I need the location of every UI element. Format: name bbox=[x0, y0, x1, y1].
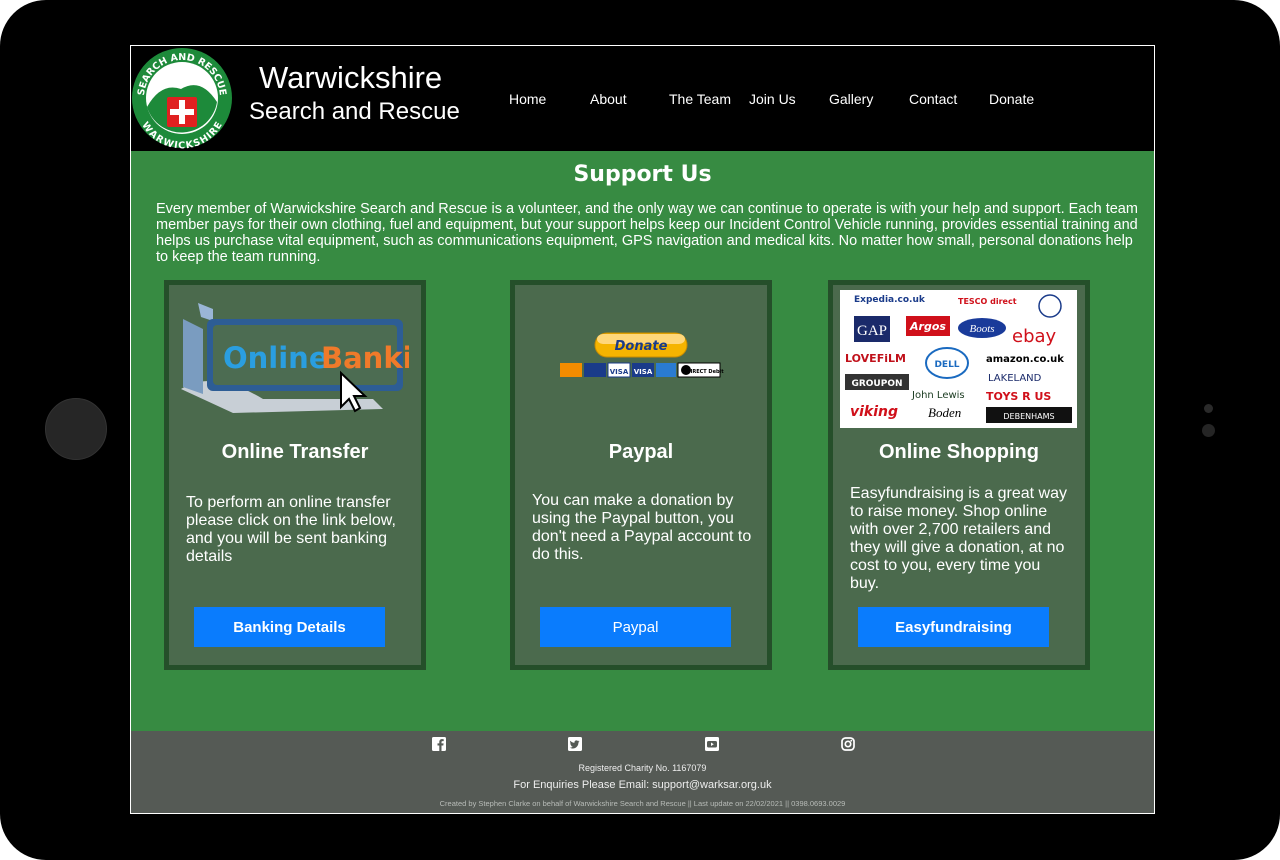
svg-text:GAP: GAP bbox=[857, 323, 887, 339]
banking-details-button[interactable]: Banking Details bbox=[194, 607, 385, 647]
sensor-icon bbox=[1202, 424, 1215, 437]
svg-text:viking: viking bbox=[850, 404, 898, 420]
camera-icon bbox=[1204, 404, 1213, 413]
svg-text:LOVEFiLM: LOVEFiLM bbox=[845, 352, 906, 365]
svg-text:LAKELAND: LAKELAND bbox=[988, 373, 1042, 384]
nav-contact[interactable]: Contact bbox=[909, 91, 957, 107]
nav-about[interactable]: About bbox=[590, 91, 627, 107]
easyfundraising-button[interactable]: Easyfundraising bbox=[858, 607, 1049, 647]
svg-text:Argos: Argos bbox=[909, 320, 946, 333]
nav-the-team[interactable]: The Team bbox=[669, 91, 731, 107]
svg-text:DELL: DELL bbox=[934, 360, 959, 370]
contact-email[interactable]: For Enquiries Please Email: support@wark… bbox=[131, 779, 1154, 791]
svg-text:Expedia.co.uk: Expedia.co.uk bbox=[854, 295, 926, 305]
paypal-button[interactable]: Paypal bbox=[540, 607, 731, 647]
screen: SEARCH AND RESCUE WARWICKSHIRE Warwicksh… bbox=[130, 45, 1155, 814]
svg-text:ebay: ebay bbox=[1012, 326, 1057, 347]
charity-number: Registered Charity No. 1167079 bbox=[578, 763, 707, 773]
svg-text:VISA: VISA bbox=[610, 368, 629, 376]
card-online-shopping: Expedia.co.uk TESCO direct GAP Argos Boo… bbox=[828, 280, 1090, 670]
svg-text:DEBENHAMS: DEBENHAMS bbox=[1003, 412, 1054, 421]
svg-text:Boots: Boots bbox=[969, 323, 994, 335]
svg-text:John Lewis: John Lewis bbox=[911, 390, 965, 401]
footer-credit: Created by Stephen Clarke on behalf of W… bbox=[439, 799, 846, 808]
svg-text:GROUPON: GROUPON bbox=[851, 379, 902, 389]
intro-text: Every member of Warwickshire Search and … bbox=[156, 201, 1138, 265]
nav-donate[interactable]: Donate bbox=[989, 91, 1034, 107]
svg-text:amazon.co.uk: amazon.co.uk bbox=[986, 354, 1064, 365]
svg-text:DIRECT Debit: DIRECT Debit bbox=[686, 369, 724, 375]
svg-text:VISA: VISA bbox=[634, 368, 653, 376]
card-paypal: Donate VISA VISA DIRECT Debit Paypal You… bbox=[510, 280, 772, 670]
svg-text:TESCO direct: TESCO direct bbox=[958, 297, 1017, 306]
online-banking-image: Online Banking bbox=[181, 303, 409, 413]
site-logo[interactable]: SEARCH AND RESCUE WARWICKSHIRE bbox=[131, 47, 233, 149]
retailers-logos-image: Expedia.co.uk TESCO direct GAP Argos Boo… bbox=[840, 290, 1077, 428]
svg-text:Boden: Boden bbox=[928, 405, 961, 420]
facebook-icon[interactable] bbox=[432, 737, 446, 751]
nav-home[interactable]: Home bbox=[509, 91, 546, 107]
card-title: Online Transfer bbox=[221, 441, 369, 463]
site-header: SEARCH AND RESCUE WARWICKSHIRE Warwicksh… bbox=[131, 46, 1154, 151]
card-text: To perform an online transfer please cli… bbox=[186, 494, 396, 565]
home-button[interactable] bbox=[45, 398, 107, 460]
card-title: Paypal bbox=[608, 441, 674, 463]
svg-text:Banking: Banking bbox=[321, 341, 409, 375]
svg-text:Online: Online bbox=[223, 341, 329, 375]
paypal-donate-image[interactable]: Donate VISA VISA DIRECT Debit bbox=[557, 331, 727, 385]
main-content: Support Us Every member of Warwickshire … bbox=[131, 151, 1154, 731]
nav-join-us[interactable]: Join Us bbox=[749, 91, 796, 107]
card-title: Online Shopping bbox=[879, 441, 1039, 463]
page-title: Support Us bbox=[573, 162, 712, 187]
card-online-transfer: Online Banking Online Transfer To perfor… bbox=[164, 280, 426, 670]
site-title: Warwickshire bbox=[259, 60, 443, 95]
card-text: You can make a donation by using the Pay… bbox=[532, 492, 752, 563]
site-subtitle: Search and Rescue bbox=[249, 98, 460, 125]
nav-gallery[interactable]: Gallery bbox=[829, 91, 873, 107]
youtube-icon[interactable] bbox=[705, 737, 719, 751]
svg-text:Donate: Donate bbox=[615, 339, 668, 354]
twitter-icon[interactable] bbox=[568, 737, 582, 751]
instagram-icon[interactable] bbox=[841, 737, 855, 751]
tablet-frame: SEARCH AND RESCUE WARWICKSHIRE Warwicksh… bbox=[0, 0, 1280, 860]
svg-text:TOYS R US: TOYS R US bbox=[986, 390, 1051, 403]
site-footer: Registered Charity No. 1167079 For Enqui… bbox=[131, 731, 1154, 813]
card-text: Easyfundraising is a great way to raise … bbox=[850, 485, 1067, 592]
